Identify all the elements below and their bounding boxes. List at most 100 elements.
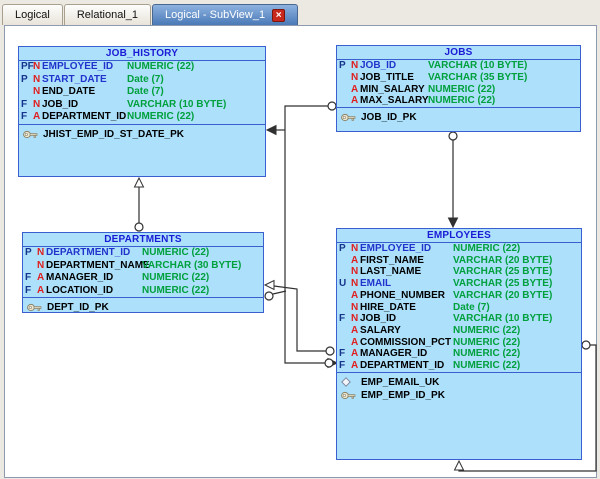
attribute-row[interactable]: A FIRST_NAME VARCHAR (20 BYTE)	[337, 255, 581, 267]
entity-title: EMPLOYEES	[337, 229, 581, 243]
attribute-name: EMPLOYEE_ID	[42, 61, 114, 72]
attribute-row[interactable]: F N JOB_ID VARCHAR (10 BYTE)	[19, 99, 265, 112]
attribute-type: NUMERIC (22)	[142, 272, 210, 283]
entity-departments[interactable]: DEPARTMENTS P N DEPARTMENT_ID NUMERIC (22) N D…	[22, 232, 264, 313]
attribute-name: COMMISSION_PCT	[360, 336, 452, 348]
attribute-name: MIN_SALARY	[360, 83, 425, 95]
attribute-row[interactable]: P N DEPARTMENT_ID NUMERIC (22)	[23, 247, 263, 260]
cardinality-circle-icon	[134, 222, 144, 232]
attribute-name: MAX_SALARY	[360, 95, 429, 107]
key-icon	[341, 391, 356, 400]
attribute-name: EMAIL	[360, 278, 392, 290]
null-flag: A	[33, 111, 41, 123]
attribute-row[interactable]: PF N EMPLOYEE_ID NUMERIC (22)	[19, 61, 265, 74]
cardinality-circle-icon	[264, 291, 274, 301]
attribute-row[interactable]: N LAST_NAME VARCHAR (25 BYTE)	[337, 266, 581, 278]
key-type-flag: F	[21, 98, 28, 110]
entity-title: DEPARTMENTS	[23, 233, 263, 247]
key-label: DEPT_ID_PK	[47, 302, 109, 313]
attribute-row[interactable]: F A MANAGER_ID NUMERIC (22)	[337, 348, 581, 360]
null-flag: A	[351, 95, 359, 107]
attribute-row[interactable]: U N EMAIL VARCHAR (25 BYTE)	[337, 278, 581, 290]
attribute-type: NUMERIC (22)	[453, 360, 521, 372]
mandatory-arrow-icon	[265, 124, 277, 136]
attribute-row[interactable]: N JOB_TITLE VARCHAR (35 BYTE)	[337, 72, 580, 84]
cardinality-circle-icon	[581, 340, 591, 350]
attribute-name: PHONE_NUMBER	[360, 289, 446, 301]
key-row[interactable]: JOB_ID_PK	[337, 111, 580, 124]
attribute-row[interactable]: F A MANAGER_ID NUMERIC (22)	[23, 272, 263, 285]
relationship-line[interactable]	[272, 290, 287, 295]
optional-arrow-icon	[133, 176, 145, 188]
attribute-row[interactable]: F A DEPARTMENT_ID NUMERIC (22)	[337, 360, 581, 372]
attribute-name: SALARY	[360, 325, 401, 337]
key-icon	[23, 130, 38, 139]
attribute-list: P N JOB_ID VARCHAR (10 BYTE) N JOB_TITLE VARCH…	[337, 60, 580, 107]
entity-employees[interactable]: EMPLOYEES P N EMPLOYEE_ID NUMERIC (22) A FIRST…	[336, 228, 582, 460]
attribute-row[interactable]: A MAX_SALARY NUMERIC (22)	[337, 95, 580, 107]
keys-section: DEPT_ID_PK	[23, 297, 263, 314]
attribute-name: START_DATE	[42, 73, 107, 85]
entity-jobs[interactable]: JOBS P N JOB_ID VARCHAR (10 BYTE) N JOB_TITLE V…	[336, 45, 581, 132]
null-flag: N	[351, 71, 359, 83]
attribute-type: NUMERIC (22)	[142, 247, 210, 258]
keys-section: EMP_EMAIL_UK EMP_EMP_ID_PK	[337, 371, 581, 402]
key-row[interactable]: EMP_EMP_ID_PK	[337, 389, 581, 402]
attribute-name: JOB_ID	[360, 313, 397, 325]
attribute-type: VARCHAR (20 BYTE)	[453, 289, 553, 301]
app-window: { "window": { "tabs": [ {"label": "Logic…	[0, 0, 600, 479]
key-row[interactable]: EMP_EMAIL_UK	[337, 376, 581, 389]
null-flag: N	[351, 313, 359, 325]
key-row[interactable]: DEPT_ID_PK	[23, 301, 263, 314]
relationship-line[interactable]	[273, 285, 326, 352]
key-icon	[341, 113, 356, 122]
attribute-row[interactable]: F A LOCATION_ID NUMERIC (22)	[23, 285, 263, 298]
attribute-list: PF N EMPLOYEE_ID NUMERIC (22) P N START_DATE Da…	[19, 61, 265, 124]
key-type-flag: F	[339, 348, 346, 360]
attribute-row[interactable]: A MIN_SALARY NUMERIC (22)	[337, 84, 580, 96]
attribute-type: Date (7)	[127, 86, 164, 98]
key-row[interactable]: JHIST_EMP_ID_ST_DATE_PK	[19, 128, 265, 141]
null-flag: N	[33, 73, 41, 85]
null-flag: N	[33, 86, 41, 98]
relationship-jobs-job-history[interactable]	[265, 101, 339, 369]
entity-job-history[interactable]: JOB_HISTORY PF N EMPLOYEE_ID NUMERIC (22) P N S…	[18, 46, 266, 177]
attribute-row[interactable]: P N EMPLOYEE_ID NUMERIC (22)	[337, 243, 581, 255]
optional-arrow-icon	[453, 459, 465, 471]
null-flag: N	[351, 60, 359, 71]
attribute-row[interactable]: A COMMISSION_PCT NUMERIC (22)	[337, 337, 581, 349]
attribute-row[interactable]: P N START_DATE Date (7)	[19, 74, 265, 87]
optional-arrow-icon	[263, 279, 275, 291]
relationship-departments-job-history[interactable]	[133, 176, 145, 232]
key-label: JOB_ID_PK	[361, 112, 417, 123]
null-flag: N	[37, 259, 45, 271]
relationship-departments-employees[interactable]	[264, 290, 287, 301]
attribute-row[interactable]: N HIRE_DATE Date (7)	[337, 302, 581, 314]
attribute-row[interactable]: N DEPARTMENT_NAME VARCHAR (30 BYTE)	[23, 260, 263, 273]
key-label: EMP_EMAIL_UK	[361, 376, 440, 388]
attribute-row[interactable]: N END_DATE Date (7)	[19, 86, 265, 99]
key-type-flag: P	[339, 243, 346, 254]
relationship-employees-departments[interactable]	[263, 279, 335, 356]
null-flag: N	[351, 301, 359, 313]
attribute-name: HIRE_DATE	[360, 301, 416, 313]
null-flag: A	[351, 289, 359, 301]
attribute-name: DEPARTMENT_ID	[360, 360, 445, 372]
attribute-name: MANAGER_ID	[360, 348, 428, 360]
attribute-row[interactable]: P N JOB_ID VARCHAR (10 BYTE)	[337, 60, 580, 72]
attribute-row[interactable]: A PHONE_NUMBER VARCHAR (20 BYTE)	[337, 290, 581, 302]
key-type-flag: P	[21, 73, 28, 85]
attribute-name: END_DATE	[42, 86, 96, 98]
relationship-jobs-employees[interactable]	[447, 131, 459, 229]
null-flag: A	[37, 284, 45, 296]
attribute-row[interactable]: F A DEPARTMENT_ID NUMERIC (22)	[19, 111, 265, 124]
attribute-type: NUMERIC (22)	[127, 61, 195, 72]
key-type-flag: F	[21, 111, 28, 123]
attribute-type: VARCHAR (30 BYTE)	[142, 259, 242, 271]
attribute-row[interactable]: F N JOB_ID VARCHAR (10 BYTE)	[337, 313, 581, 325]
attribute-name: JOB_ID	[42, 98, 79, 110]
relationship-line[interactable]	[284, 105, 328, 364]
keys-section: JOB_ID_PK	[337, 107, 580, 124]
key-type-flag: F	[25, 284, 32, 296]
attribute-row[interactable]: A SALARY NUMERIC (22)	[337, 325, 581, 337]
